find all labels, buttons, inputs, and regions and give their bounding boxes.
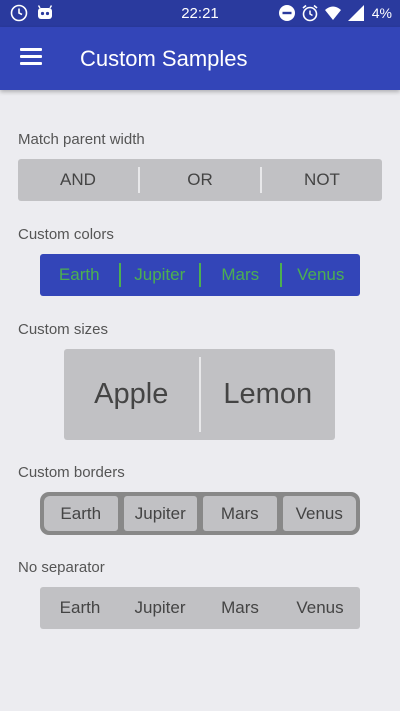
segment-mars[interactable]: Mars	[201, 254, 280, 296]
wifi-icon	[324, 6, 341, 20]
section-label-custom-borders: Custom borders	[18, 464, 125, 481]
segment-not[interactable]: NOT	[262, 159, 382, 201]
section-label-no-separator: No separator	[18, 559, 105, 576]
page-title: Custom Samples	[80, 46, 248, 71]
section-label-custom-colors: Custom colors	[18, 226, 114, 243]
segment-mars[interactable]: Mars	[203, 496, 277, 531]
segment-and[interactable]: AND	[18, 159, 138, 201]
segment-jupiter[interactable]: Jupiter	[123, 496, 197, 531]
do-not-disturb-icon	[278, 5, 295, 21]
app-toolbar: Custom Samples	[0, 27, 400, 90]
segmented-control-match-parent: AND OR NOT	[18, 159, 382, 201]
segment-earth[interactable]: Earth	[40, 254, 119, 296]
segment-or[interactable]: OR	[140, 159, 260, 201]
segmented-control-custom-colors: Earth Jupiter Mars Venus	[40, 254, 360, 296]
segmented-control-custom-sizes: Apple Lemon	[64, 349, 335, 440]
alarm-icon	[302, 4, 318, 22]
segment-venus[interactable]: Venus	[282, 254, 361, 296]
segmented-control-no-separator: Earth Jupiter Mars Venus	[40, 587, 360, 629]
hamburger-menu-icon[interactable]	[20, 48, 42, 66]
section-label-custom-sizes: Custom sizes	[18, 321, 109, 338]
status-bar: 22:21 4%	[0, 0, 400, 27]
section-label-match-parent-width: Match parent width	[18, 131, 145, 148]
segment-mars[interactable]: Mars	[200, 587, 280, 629]
segmented-control-custom-borders: Earth Jupiter Mars Venus	[40, 492, 360, 535]
segment-venus[interactable]: Venus	[280, 587, 360, 629]
segment-earth[interactable]: Earth	[44, 496, 118, 531]
segment-earth[interactable]: Earth	[40, 587, 120, 629]
segment-venus[interactable]: Venus	[282, 496, 356, 531]
segment-lemon[interactable]: Lemon	[201, 349, 336, 440]
segment-jupiter[interactable]: Jupiter	[121, 254, 200, 296]
segment-jupiter[interactable]: Jupiter	[120, 587, 200, 629]
signal-icon	[347, 5, 364, 21]
segment-apple[interactable]: Apple	[64, 349, 199, 440]
battery-percentage: 4%	[371, 5, 392, 21]
